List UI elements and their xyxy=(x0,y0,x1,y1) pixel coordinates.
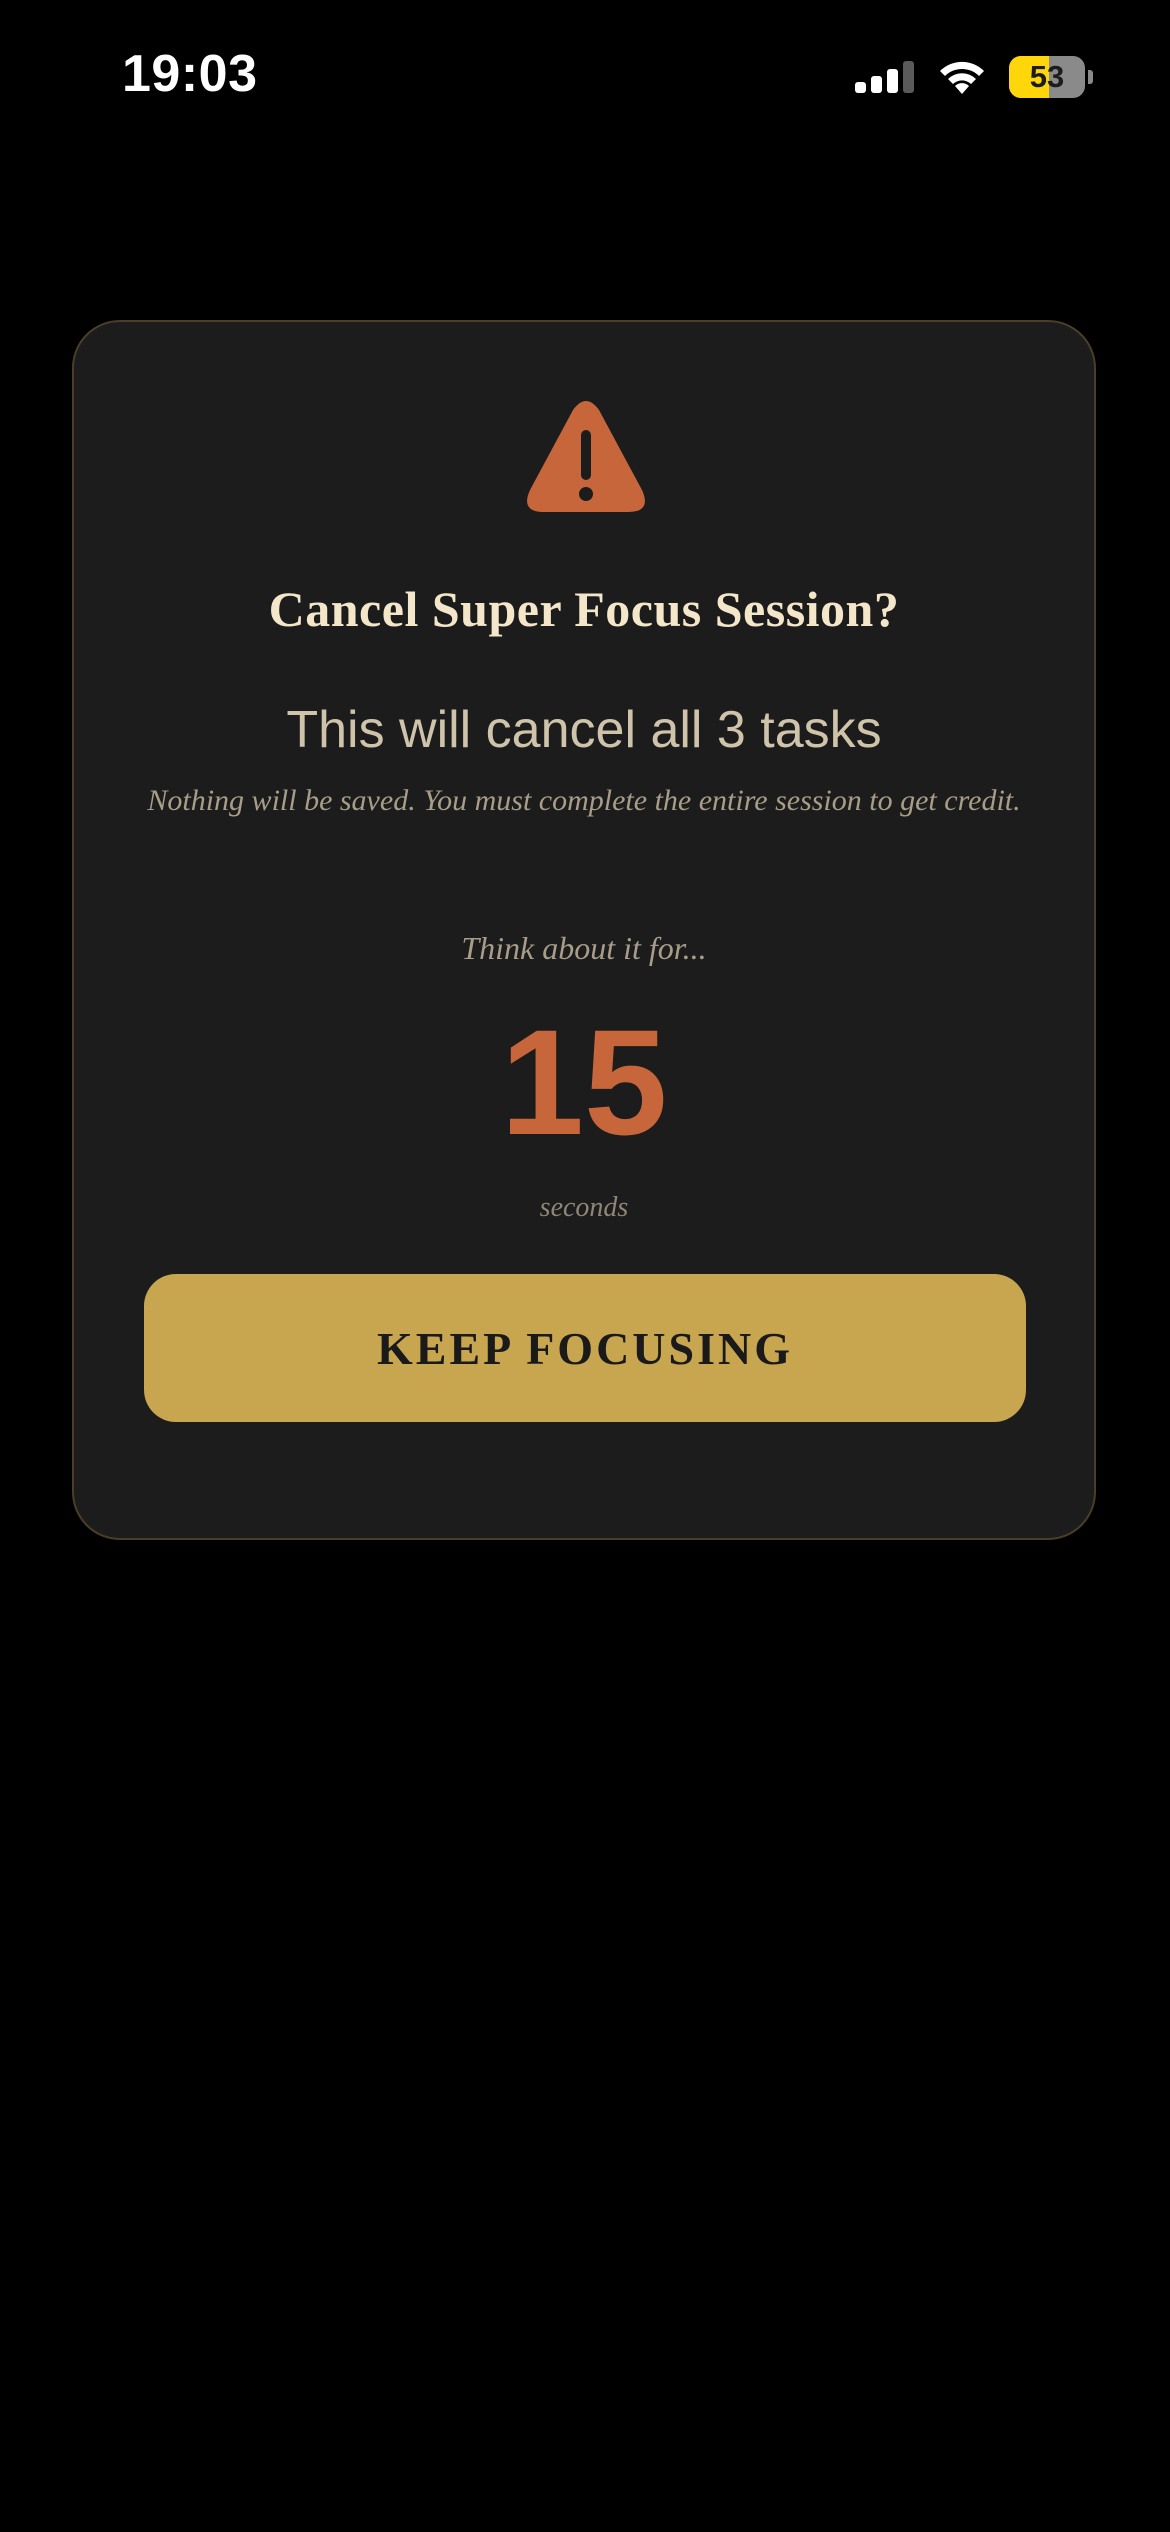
battery-nub xyxy=(1088,70,1093,84)
modal-title: Cancel Super Focus Session? xyxy=(268,581,900,637)
warning-triangle-icon xyxy=(527,401,645,512)
think-label: Think about it for... xyxy=(461,930,707,966)
countdown-value: 15 xyxy=(500,998,668,1166)
battery-icon: 53 xyxy=(1009,56,1085,98)
wifi-icon xyxy=(940,61,984,94)
modal-subtitle: This will cancel all 3 tasks xyxy=(286,701,882,759)
cellular-signal-icon xyxy=(855,61,914,93)
battery-level: 53 xyxy=(1029,59,1065,94)
status-time: 19:03 xyxy=(122,45,258,103)
modal-warning-text: Nothing will be saved. You must complete… xyxy=(147,784,1021,817)
cancel-session-modal: Cancel Super Focus Session? This will ca… xyxy=(72,320,1096,1540)
status-bar: 19:03 53 xyxy=(0,0,1170,150)
keep-focusing-button[interactable]: KEEP FOCUSING xyxy=(144,1274,1026,1422)
countdown-unit: seconds xyxy=(539,1192,629,1223)
